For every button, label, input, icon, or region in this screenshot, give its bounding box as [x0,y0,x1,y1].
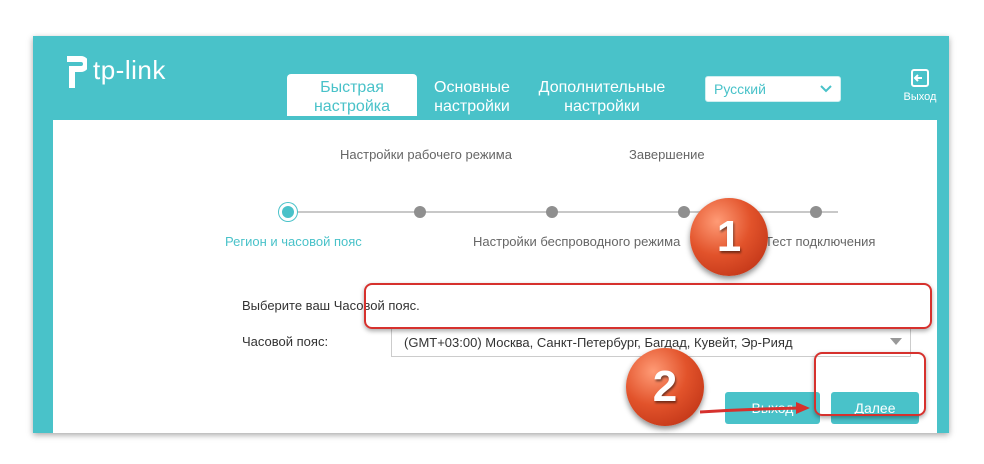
dropdown-caret-icon [890,338,902,345]
step-dot-test [810,206,822,218]
step-dot-wireless [546,206,558,218]
content-panel: Настройки рабочего режима Завершение Рег… [53,120,937,433]
main-tabs: Быстрая настройка Основные настройки Доп… [287,74,677,116]
step-dot-finish [678,206,690,218]
tp-link-logo: tp-link [63,50,166,90]
step-badge-1: 1 [690,198,768,276]
logout-label: Выход [903,91,937,103]
step-dot-region [282,206,294,218]
next-button-highlight-box [814,352,926,416]
tab-quick-setup[interactable]: Быстрая настройка [287,74,417,116]
timezone-value: (GMT+03:00) Москва, Санкт-Петербург, Баг… [404,334,793,350]
logout-icon [911,69,929,87]
step-label-operation-mode: Настройки рабочего режима [340,147,512,162]
step-label-region: Регион и часовой пояс [225,234,362,249]
step-badge-2: 2 [626,348,704,426]
step-label-test: Тест подключения [765,234,876,249]
step-label-wireless: Настройки беспроводного режима [473,234,681,249]
step-label-finish: Завершение [629,147,705,162]
timezone-label: Часовой пояс: [242,334,329,349]
logo-text: tp-link [93,54,166,85]
pointer-arrow-icon [700,402,810,414]
tab-advanced-settings[interactable]: Дополнительные настройки [527,74,677,116]
tp-link-logo-icon [67,56,87,88]
tab-basic-settings[interactable]: Основные настройки [417,74,527,116]
timezone-highlight-box [364,283,932,329]
step-dot-operation-mode [414,206,426,218]
router-admin-window: tp-link Быстрая настройка Основные настр… [33,36,949,433]
language-value: Русский [714,81,766,97]
logout-button[interactable]: Выход [897,68,943,103]
language-select[interactable]: Русский [705,76,841,102]
chevron-down-icon [820,85,832,93]
